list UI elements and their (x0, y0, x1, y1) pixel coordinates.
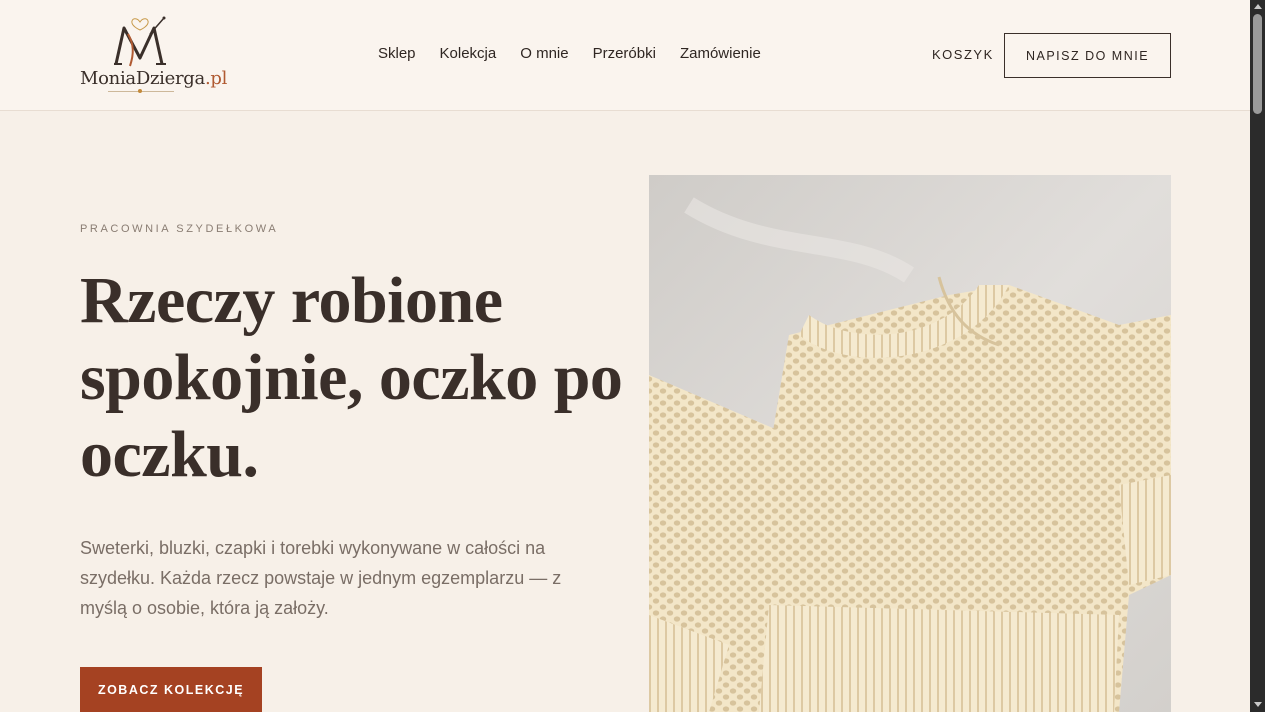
nav-item-zamowienie[interactable]: Zamówienie (680, 45, 761, 62)
logo-text: MoniaDzierga.pl (80, 68, 228, 89)
logo-monogram-icon (114, 16, 166, 67)
scroll-thumb[interactable] (1253, 14, 1262, 114)
vertical-scrollbar[interactable] (1250, 0, 1265, 712)
nav-item-sklep[interactable]: Sklep (378, 45, 416, 62)
logo-dot (138, 89, 142, 93)
site-logo[interactable]: MoniaDzierga.pl (80, 14, 227, 96)
scroll-down-arrow-icon[interactable] (1254, 702, 1262, 707)
hero-eyebrow: PRACOWNIA SZYDEŁKOWA (80, 223, 279, 235)
see-collection-button[interactable]: ZOBACZ KOLEKCJĘ (80, 667, 262, 712)
hero-sweater-image (649, 175, 1171, 712)
hero-lead: Sweterki, bluzki, czapki i torebki wykon… (80, 538, 562, 618)
nav-item-o-mnie[interactable]: O mnie (520, 45, 568, 62)
nav-item-kolekcja[interactable]: Kolekcja (440, 45, 497, 62)
cart-link[interactable]: KOSZYK (932, 47, 994, 62)
scroll-up-arrow-icon[interactable] (1254, 4, 1262, 9)
hero-headline: Rzeczy robione spokojnie, oczko po oczku… (80, 264, 623, 491)
nav-item-przerobki[interactable]: Przeróbki (593, 45, 656, 62)
main-nav: Sklep Kolekcja O mnie Przeróbki Zamówien… (378, 45, 785, 62)
site-header: MoniaDzierga.pl Sklep Kolekcja O mnie Pr… (0, 0, 1250, 111)
contact-button[interactable]: NAPISZ DO MNIE (1004, 33, 1171, 78)
